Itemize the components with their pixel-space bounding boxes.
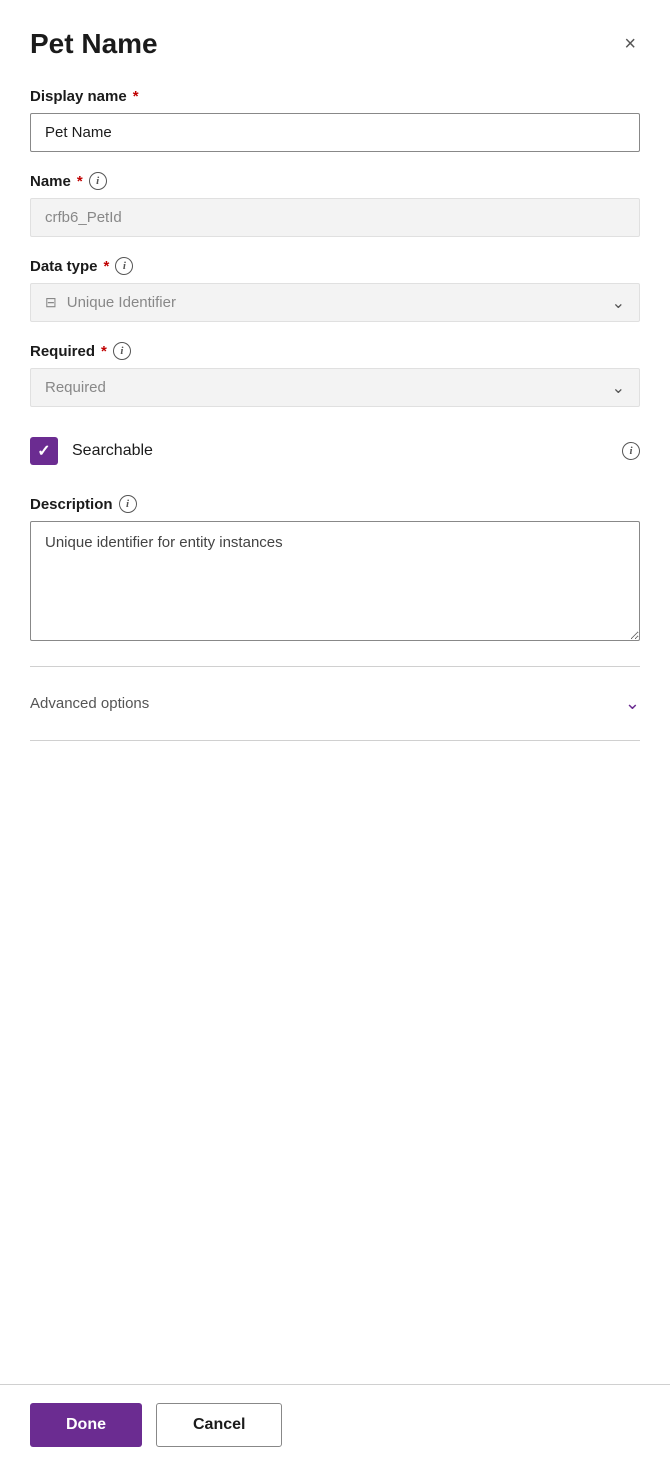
data-type-label: Data type * i — [30, 257, 640, 275]
cancel-button[interactable]: Cancel — [156, 1403, 282, 1447]
name-label: Name * i — [30, 172, 640, 190]
footer: Done Cancel — [0, 1384, 670, 1465]
searchable-row: ✓ Searchable i — [30, 427, 640, 475]
data-type-icon: ⊟ — [45, 294, 57, 311]
required-section: Required * i Required ⌄ — [30, 342, 640, 407]
required-star-datatype: * — [104, 258, 110, 275]
description-info-icon[interactable]: i — [119, 495, 137, 513]
panel: Pet Name × Display name * Name * i Data … — [0, 0, 670, 1465]
data-type-wrapper: ⊟ Unique Identifier ⌄ — [30, 283, 640, 322]
panel-body: Pet Name × Display name * Name * i Data … — [0, 0, 670, 1384]
divider-top — [30, 666, 640, 667]
data-type-section: Data type * i ⊟ Unique Identifier ⌄ — [30, 257, 640, 322]
close-button[interactable]: × — [620, 30, 640, 58]
required-chevron-icon: ⌄ — [612, 378, 625, 398]
description-textarea[interactable]: Unique identifier for entity instances — [30, 521, 640, 641]
divider-bottom — [30, 740, 640, 741]
searchable-info-icon[interactable]: i — [622, 442, 640, 460]
required-star: * — [133, 88, 139, 105]
panel-title: Pet Name — [30, 28, 158, 60]
data-type-chevron-icon: ⌄ — [612, 293, 625, 313]
advanced-options-chevron-icon: ⌄ — [625, 693, 640, 714]
done-button[interactable]: Done — [30, 1403, 142, 1447]
description-label: Description i — [30, 495, 640, 513]
header: Pet Name × — [30, 28, 640, 60]
data-type-select[interactable]: ⊟ Unique Identifier ⌄ — [30, 283, 640, 322]
required-label: Required * i — [30, 342, 640, 360]
data-type-info-icon[interactable]: i — [115, 257, 133, 275]
name-section: Name * i — [30, 172, 640, 237]
description-section: Description i Unique identifier for enti… — [30, 495, 640, 646]
name-info-icon[interactable]: i — [89, 172, 107, 190]
display-name-section: Display name * — [30, 88, 640, 152]
required-select[interactable]: Required ⌄ — [30, 368, 640, 407]
required-star-name: * — [77, 173, 83, 190]
display-name-label: Display name * — [30, 88, 640, 105]
display-name-input[interactable] — [30, 113, 640, 152]
advanced-options-row[interactable]: Advanced options ⌄ — [30, 683, 640, 724]
name-input — [30, 198, 640, 237]
required-info-icon[interactable]: i — [113, 342, 131, 360]
searchable-label: Searchable — [72, 442, 608, 460]
checkmark-icon: ✓ — [37, 441, 50, 461]
required-star-req: * — [101, 343, 107, 360]
searchable-checkbox[interactable]: ✓ — [30, 437, 58, 465]
required-wrapper: Required ⌄ — [30, 368, 640, 407]
advanced-options-label: Advanced options — [30, 695, 149, 712]
